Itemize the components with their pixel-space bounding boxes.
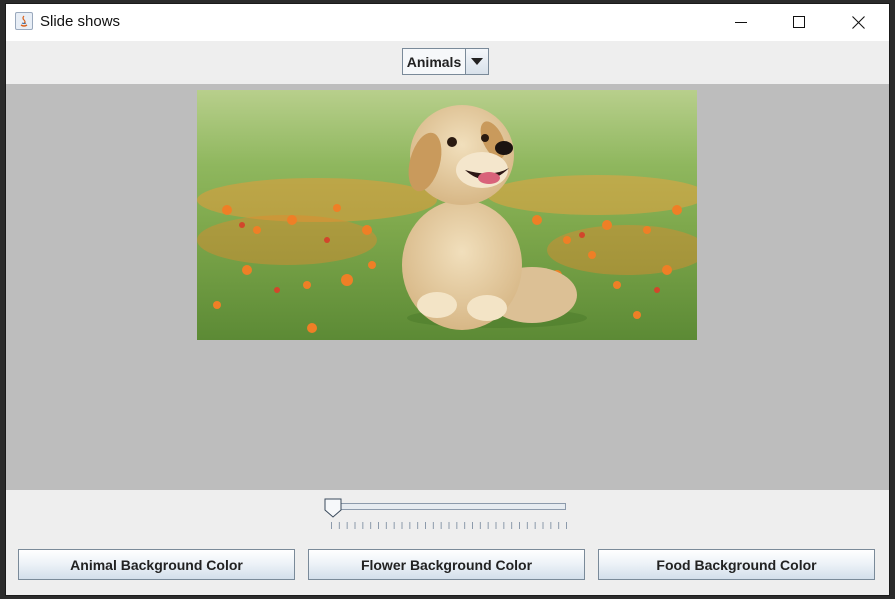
top-toolbar: Animals (6, 41, 889, 84)
dropdown-arrow-button[interactable] (465, 49, 488, 74)
java-app-icon (15, 12, 33, 30)
animal-background-color-button[interactable]: Animal Background Color (18, 549, 295, 580)
title-bar[interactable]: Slide shows (6, 4, 889, 41)
maximize-button[interactable] (770, 4, 828, 40)
window-title: Slide shows (40, 13, 121, 30)
close-icon (851, 15, 865, 29)
slideshow-panel (6, 84, 889, 490)
slider-track[interactable] (328, 503, 566, 510)
category-dropdown-value: Animals (406, 53, 462, 70)
slide-image (197, 90, 697, 340)
slider-thumb[interactable] (324, 498, 342, 518)
minimize-button[interactable] (712, 4, 770, 40)
category-dropdown[interactable]: Animals (402, 48, 489, 75)
slide-slider[interactable] (324, 498, 574, 532)
food-background-color-button[interactable]: Food Background Color (598, 549, 875, 580)
chevron-down-icon (471, 58, 483, 65)
controls-panel: Animal Background Color Flower Backgroun… (6, 490, 889, 595)
slider-ticks (331, 522, 567, 529)
close-button[interactable] (829, 4, 887, 40)
maximize-icon (793, 16, 805, 28)
minimize-icon (735, 22, 747, 23)
flower-background-color-button[interactable]: Flower Background Color (308, 549, 585, 580)
app-window: Slide shows Animals Animal Background Co… (6, 4, 889, 595)
